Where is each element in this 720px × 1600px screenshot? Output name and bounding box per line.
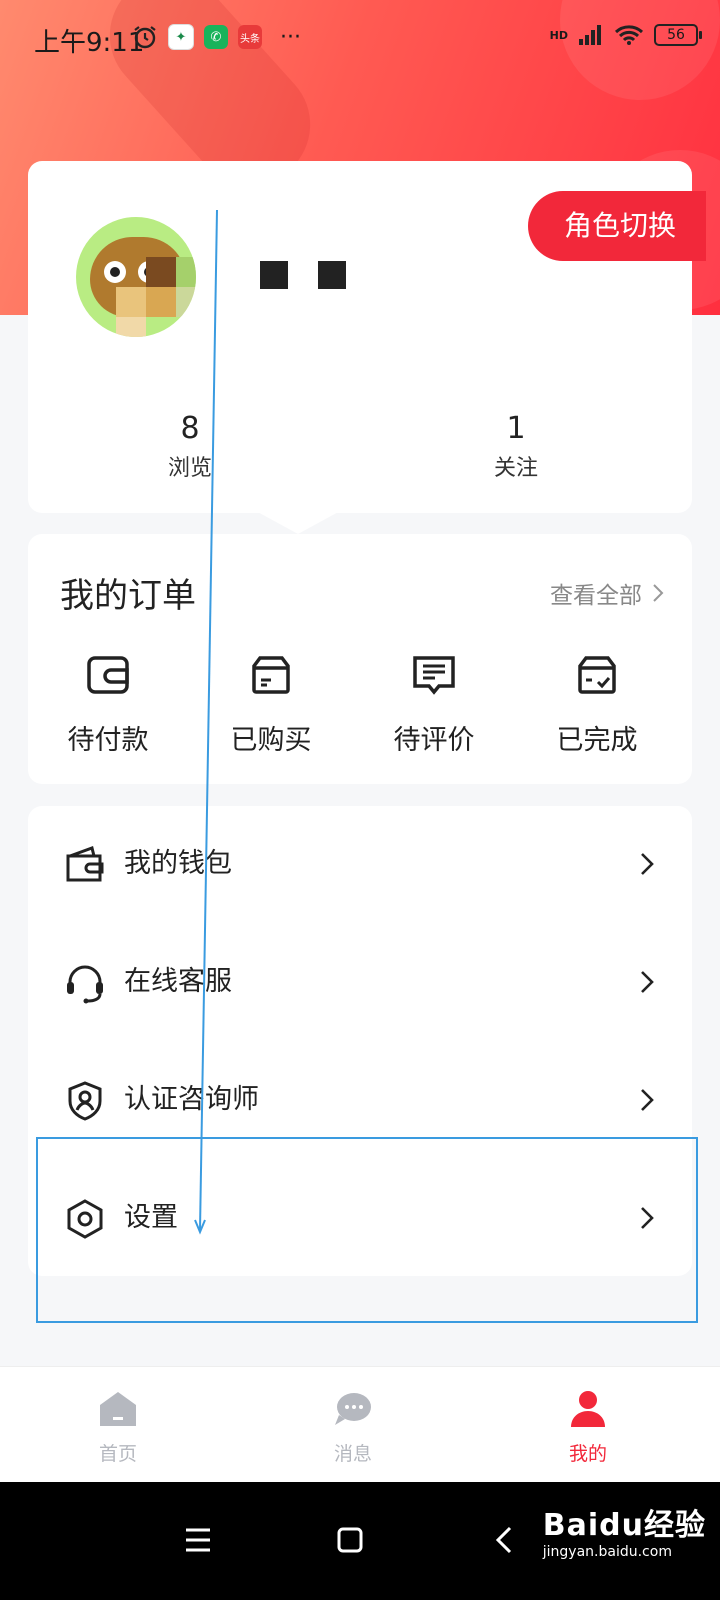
stat-views[interactable]: 8 浏览: [130, 411, 250, 482]
tab-messages[interactable]: 消息: [293, 1389, 413, 1466]
card-notch: [254, 510, 342, 534]
status-time: 上午9:11: [34, 28, 145, 58]
stat-following-label: 关注: [493, 456, 538, 481]
chevron-right-icon: [641, 1089, 654, 1111]
comment-icon: [413, 656, 455, 695]
order-purchased[interactable]: 已购买: [211, 652, 331, 757]
box-icon: [252, 656, 290, 694]
role-switch-button[interactable]: 角色切换: [527, 191, 706, 261]
status-right: HD 56: [549, 24, 702, 46]
profile-card: 角色切换 8 浏览 1 关注: [28, 161, 706, 513]
menu-item-customer-service-label: 在线客服: [124, 966, 232, 997]
order-to-review[interactable]: 待评价: [374, 652, 494, 757]
user-icon: [571, 1391, 605, 1427]
alarm-icon: [134, 26, 156, 49]
bottom-tab-bar: 首页 消息 我的: [0, 1366, 720, 1483]
watermark-main: Baidu经验: [542, 1508, 706, 1543]
message-icon: [335, 1393, 371, 1425]
stat-views-value: 8: [180, 411, 200, 446]
stat-views-label: 浏览: [167, 456, 212, 481]
order-to-review-label: 待评价: [393, 725, 475, 756]
wifi-icon: [614, 25, 644, 45]
status-bar: 上午9:11 ✦ ✆ 头条 ··· HD 56: [0, 0, 720, 80]
back-icon[interactable]: [484, 1520, 524, 1560]
orders-title: 我的订单: [60, 576, 196, 616]
watermark-sub: jingyan.baidu.com: [542, 1544, 672, 1560]
baidu-jingyan-watermark: Baidu经验 jingyan.baidu.com: [543, 1500, 706, 1560]
phone-app-icon: ✆: [204, 25, 228, 49]
menu-item-certified-consultant-label: 认证咨询师: [124, 1084, 259, 1115]
menu-item-customer-service[interactable]: 在线客服: [28, 924, 692, 1042]
done-box-icon: [578, 656, 616, 694]
stat-following[interactable]: 1 关注: [456, 411, 576, 482]
view-all-orders-link[interactable]: 查看全部: [550, 576, 664, 610]
home-square-icon[interactable]: [330, 1520, 370, 1560]
tab-me[interactable]: 我的: [528, 1389, 648, 1466]
username-redacted: [260, 261, 346, 289]
chevron-right-icon: [641, 853, 654, 875]
status-notification-icons: ✦ ✆ 头条 ···: [132, 24, 301, 50]
signal-icon: [579, 25, 601, 45]
order-completed-label: 已完成: [556, 725, 638, 756]
menu-item-wallet[interactable]: 我的钱包: [28, 806, 692, 924]
menu-item-wallet-label: 我的钱包: [124, 848, 232, 879]
wallet-icon: [87, 656, 129, 694]
order-purchased-label: 已购买: [230, 725, 312, 756]
wallet-icon: [66, 846, 104, 882]
chevron-right-icon: [653, 584, 664, 602]
tab-home[interactable]: 首页: [58, 1389, 178, 1466]
menu-icon[interactable]: [178, 1520, 218, 1560]
video-app-icon: ✦: [168, 24, 194, 50]
orders-card: 我的订单 查看全部 待付款 已购买 待评价 已完成: [28, 534, 692, 784]
view-all-label: 查看全部: [550, 583, 642, 609]
battery-indicator: 56: [654, 24, 702, 46]
tab-home-label: 首页: [98, 1443, 137, 1465]
headset-icon: [67, 965, 103, 1004]
avatar[interactable]: [76, 217, 196, 337]
order-completed[interactable]: 已完成: [537, 652, 657, 757]
tab-me-label: 我的: [568, 1443, 607, 1465]
chevron-right-icon: [641, 971, 654, 993]
order-pending-payment-label: 待付款: [67, 725, 149, 756]
order-pending-payment[interactable]: 待付款: [48, 652, 168, 757]
tab-messages-label: 消息: [333, 1443, 372, 1465]
home-icon: [100, 1392, 136, 1426]
more-notifications: ···: [280, 24, 301, 50]
stat-following-value: 1: [506, 411, 526, 446]
shield-user-icon: [68, 1081, 102, 1121]
hd-label: HD: [549, 28, 568, 42]
annotation-highlight-box: [36, 1137, 698, 1323]
toutiao-app-icon: 头条: [238, 25, 262, 49]
